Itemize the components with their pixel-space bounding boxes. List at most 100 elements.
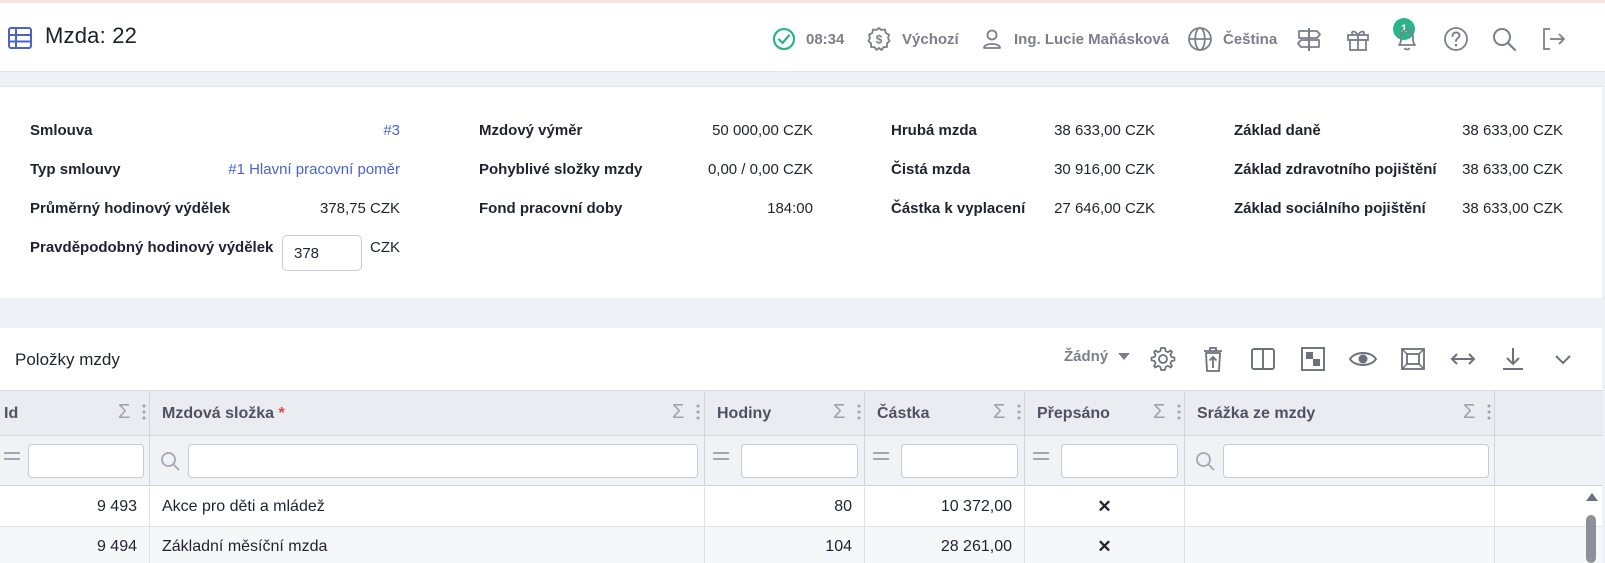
filter-input-prepsano[interactable] <box>1061 444 1178 478</box>
chevron-down-icon[interactable] <box>1548 344 1578 374</box>
search-icon[interactable] <box>160 451 180 471</box>
prumerny-vydelek-label: Průměrný hodinový výdělek <box>30 200 231 217</box>
prumerny-vydelek-value: 378,75 CZK <box>319 200 400 217</box>
smlouva-link[interactable]: #3 <box>330 122 400 139</box>
zaklad-zdravotniho-label: Základ zdravotního pojištění <box>1234 161 1437 178</box>
column-menu-icon[interactable] <box>1177 403 1181 421</box>
language-label: Čeština <box>1223 30 1278 48</box>
smlouva-label: Smlouva <box>30 122 93 139</box>
filter-cell-mzdova-slozka <box>150 436 705 486</box>
vertical-scrollbar-thumb[interactable] <box>1586 515 1596 563</box>
search-icon[interactable] <box>1491 26 1517 52</box>
equals-icon[interactable] <box>873 450 889 462</box>
sigma-icon[interactable]: Σ <box>993 401 1005 424</box>
eye-icon[interactable] <box>1348 344 1378 374</box>
column-menu-icon[interactable] <box>1487 403 1491 421</box>
filter-input-srazka[interactable] <box>1223 444 1489 478</box>
scroll-up-arrow-icon[interactable] <box>1585 492 1599 502</box>
castka-k-vyplaceni-value: 27 646,00 CZK <box>1054 200 1155 217</box>
column-menu-icon[interactable] <box>1017 403 1021 421</box>
grid-header-row: Id Σ Mzdová složka * Σ Hodiny Σ Částka Σ… <box>0 390 1602 437</box>
cell-castka: 28 261,00 <box>865 527 1025 563</box>
columns-icon[interactable] <box>1248 344 1278 374</box>
pravdepodobny-unit: CZK <box>370 239 400 256</box>
payroll-summary-card: Smlouva #3 Typ smlouvy #1 Hlavní pracovn… <box>0 86 1602 298</box>
check-circle-icon <box>772 27 796 51</box>
resize-horizontal-icon[interactable] <box>1448 344 1478 374</box>
language-selector[interactable]: Čeština <box>1187 26 1277 52</box>
signpost-icon[interactable] <box>1296 26 1322 52</box>
column-header-hodiny[interactable]: Hodiny Σ <box>705 391 865 437</box>
equals-icon[interactable] <box>1033 450 1049 462</box>
filter-input-id[interactable] <box>28 444 144 478</box>
logout-icon[interactable] <box>1540 26 1566 52</box>
zaklad-zdravotniho-value: 38 633,00 CZK <box>1462 161 1563 178</box>
filter-cell-castka <box>865 436 1025 486</box>
column-header-prepsano[interactable]: Přepsáno Σ <box>1025 391 1185 437</box>
table-icon <box>8 27 32 49</box>
timer-text: 08:34 <box>806 30 845 48</box>
view-select[interactable]: Žádný <box>1064 348 1131 365</box>
mzdovy-vymer-value: 50 000,00 CZK <box>712 122 813 139</box>
filter-cell-srazka <box>1185 436 1495 486</box>
filter-input-castka[interactable] <box>901 444 1018 478</box>
search-icon[interactable] <box>1195 451 1215 471</box>
user-icon <box>983 29 1001 49</box>
currency-profile-selector[interactable]: $ Výchozí <box>866 26 959 52</box>
currency-profile-label: Výchozí <box>902 30 959 48</box>
sigma-icon[interactable]: Σ <box>1463 401 1475 424</box>
layout-icon[interactable] <box>1298 344 1328 374</box>
payroll-items-panel: Položky mzdy Žádný Id Σ Mzdová složka * … <box>0 328 1602 563</box>
column-header-castka[interactable]: Částka Σ <box>865 391 1025 437</box>
cell-srazka <box>1185 527 1495 563</box>
fond-pracovni-doby-value: 184:00 <box>767 200 813 217</box>
svg-text:$: $ <box>876 33 883 47</box>
cell-mzdova-slozka: Akce pro děti a mládež <box>150 487 705 527</box>
caret-down-icon <box>1118 352 1131 360</box>
cell-prepsano: ✕ <box>1025 527 1185 563</box>
hruba-mzda-value: 38 633,00 CZK <box>1054 122 1155 139</box>
pohyblive-slozky-value: 0,00 / 0,00 CZK <box>707 161 813 178</box>
equals-icon[interactable] <box>4 450 20 462</box>
help-icon[interactable] <box>1443 26 1469 52</box>
bell-icon[interactable] <box>1394 26 1420 52</box>
zaklad-socialniho-value: 38 633,00 CZK <box>1462 200 1563 217</box>
fit-screen-icon[interactable] <box>1398 344 1428 374</box>
sigma-icon[interactable]: Σ <box>833 401 845 424</box>
column-header-id[interactable]: Id Σ <box>0 391 150 437</box>
filter-cell-id <box>0 436 150 486</box>
filter-cell-hodiny <box>705 436 865 486</box>
equals-icon[interactable] <box>713 450 729 462</box>
cell-hodiny: 80 <box>705 487 865 527</box>
column-header-srazka[interactable]: Srážka ze mzdy Σ <box>1185 391 1495 437</box>
delete-upload-icon[interactable] <box>1198 344 1228 374</box>
timer-indicator[interactable]: 08:34 <box>772 26 844 52</box>
grid-filter-row <box>0 436 1602 486</box>
sigma-icon[interactable]: Σ <box>118 401 130 424</box>
user-name: Ing. Lucie Maňásková <box>1014 30 1170 48</box>
table-row[interactable]: 9 494 Základní měsíční mzda 104 28 261,0… <box>0 527 1602 563</box>
column-menu-icon[interactable] <box>142 403 146 421</box>
cell-id: 9 493 <box>0 487 150 527</box>
cell-id: 9 494 <box>0 527 150 563</box>
download-icon[interactable] <box>1498 344 1528 374</box>
filter-input-mzdova-slozka[interactable] <box>188 444 698 478</box>
column-title-mzdova-slozka: Mzdová složka * <box>162 405 285 423</box>
pravdepodobny-vydelek-input[interactable] <box>282 235 362 271</box>
fond-pracovni-doby-label: Fond pracovní doby <box>479 200 623 217</box>
gift-icon[interactable] <box>1345 26 1371 52</box>
filter-cell-prepsano <box>1025 436 1185 486</box>
typ-smlouvy-link[interactable]: #1 Hlavní pracovní poměr <box>200 161 400 178</box>
user-menu[interactable]: Ing. Lucie Maňásková <box>980 26 1169 52</box>
column-title-id: Id <box>4 405 19 422</box>
column-menu-icon[interactable] <box>696 403 700 421</box>
column-menu-icon[interactable] <box>857 403 861 421</box>
table-row[interactable]: 9 493 Akce pro děti a mládež 80 10 372,0… <box>0 487 1602 527</box>
settings-icon[interactable] <box>1148 344 1178 374</box>
cell-prepsano: ✕ <box>1025 487 1185 527</box>
column-header-mzdova-slozka[interactable]: Mzdová složka * Σ <box>150 391 705 437</box>
filter-input-hodiny[interactable] <box>741 444 858 478</box>
cell-srazka <box>1185 487 1495 527</box>
sigma-icon[interactable]: Σ <box>1153 401 1165 424</box>
sigma-icon[interactable]: Σ <box>672 401 684 424</box>
